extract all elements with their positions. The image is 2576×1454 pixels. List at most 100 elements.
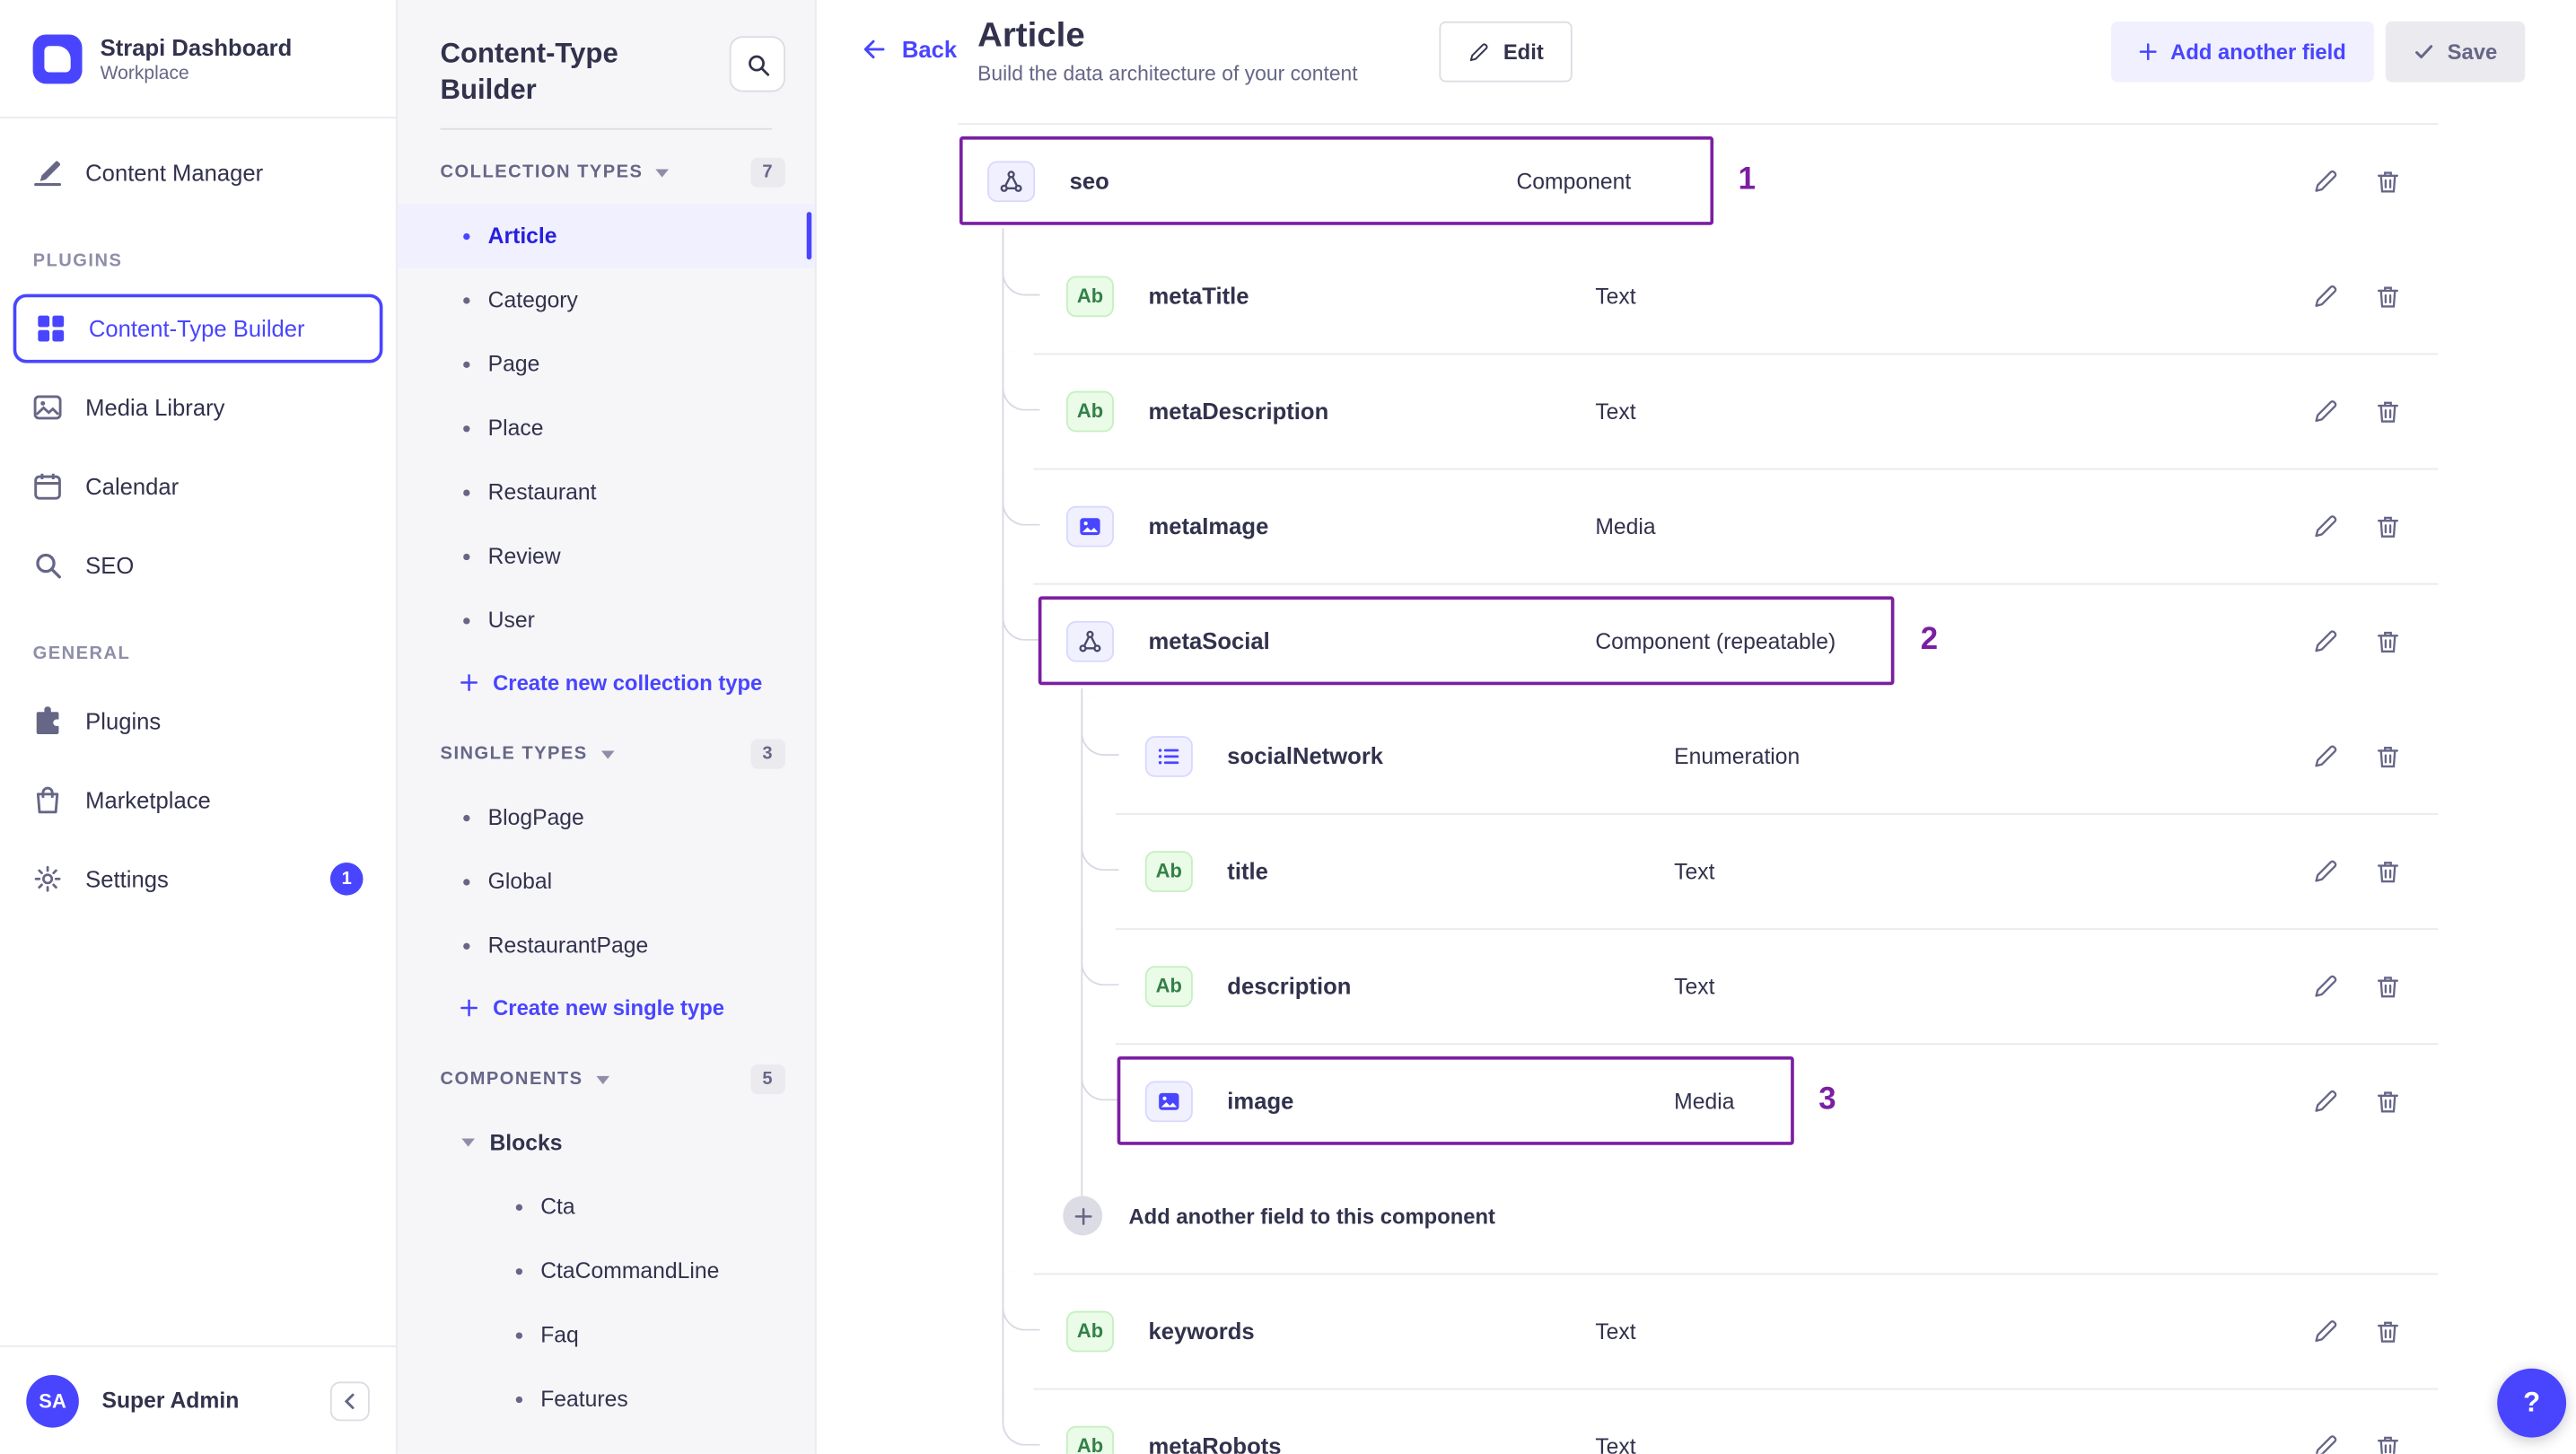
media-library-icon: [33, 392, 63, 422]
single-type-blogpage[interactable]: BlogPage: [398, 785, 815, 849]
nav-item-calendar[interactable]: Calendar: [13, 451, 383, 521]
chevron-left-icon: [338, 1389, 362, 1413]
delete-field-icon[interactable]: [2374, 1432, 2402, 1454]
add-field-to-component-label: Add another field to this component: [1128, 1203, 1495, 1229]
components-header[interactable]: COMPONENTS 5: [398, 1037, 815, 1110]
field-type: Text: [1595, 1433, 1636, 1454]
create-label: Create new single type: [493, 994, 725, 1020]
field-type: Component: [1516, 168, 1632, 194]
text-field-icon: Ab: [1065, 1309, 1115, 1352]
nav-section-plugins: PLUGINS: [32, 251, 123, 272]
avatar[interactable]: SA: [26, 1374, 79, 1427]
strapi-logo-icon: [32, 33, 83, 83]
edit-field-icon[interactable]: [2311, 512, 2339, 539]
field-name: description: [1227, 972, 1352, 999]
field-type: Enumeration: [1674, 743, 1801, 768]
field-name: image: [1227, 1087, 1294, 1115]
delete-field-icon[interactable]: [2374, 741, 2402, 769]
edit-field-icon[interactable]: [2311, 1317, 2339, 1345]
plus-circle-icon[interactable]: [1063, 1196, 1103, 1236]
component-cta[interactable]: Cta: [398, 1175, 815, 1239]
edit-field-icon[interactable]: [2311, 282, 2339, 310]
nav-item-plugins[interactable]: Plugins: [13, 687, 383, 756]
delete-field-icon[interactable]: [2374, 857, 2402, 885]
edit-field-icon[interactable]: [2311, 1087, 2339, 1115]
nav-item-content-manager[interactable]: Content Manager: [13, 138, 383, 207]
arrow-left-icon: [861, 36, 887, 62]
gear-icon: [33, 864, 63, 894]
add-field-to-component-row[interactable]: Add another field to this component: [958, 1158, 2438, 1273]
back-link[interactable]: Back: [861, 36, 957, 63]
single-type-restaurantpage[interactable]: RestaurantPage: [398, 914, 815, 977]
collection-type-page[interactable]: Page: [398, 332, 815, 396]
nav-item-settings[interactable]: Settings 1: [13, 845, 383, 914]
delete-field-icon[interactable]: [2374, 626, 2402, 654]
collapse-sidebar-button[interactable]: [329, 1380, 370, 1421]
single-types-header[interactable]: SINGLE TYPES 3: [398, 712, 815, 785]
component-features[interactable]: Features: [398, 1367, 815, 1431]
calendar-icon: [33, 471, 63, 501]
workspace-brand[interactable]: Strapi Dashboard Workplace: [0, 0, 397, 118]
delete-field-icon[interactable]: [2374, 972, 2402, 1000]
field-type: Text: [1595, 283, 1636, 309]
collection-type-article[interactable]: Article: [397, 204, 815, 268]
delete-field-icon[interactable]: [2374, 1317, 2402, 1345]
field-type: Media: [1595, 513, 1656, 539]
workspace-title: Strapi Dashboard: [100, 33, 293, 60]
edit-field-icon[interactable]: [2311, 1432, 2339, 1454]
nav-label: Content Manager: [85, 159, 264, 186]
field-row-keywords: Ab keywords Text: [958, 1274, 2438, 1388]
collection-type-category[interactable]: Category: [398, 268, 815, 332]
component-ctacommandline[interactable]: CtaCommandLine: [398, 1239, 815, 1302]
collection-type-review[interactable]: Review: [398, 524, 815, 588]
collection-type-user[interactable]: User: [398, 589, 815, 653]
components-count-badge: 5: [750, 1064, 785, 1095]
panel-title: Content-Type Builder: [440, 38, 618, 106]
collection-types-header[interactable]: COLLECTION TYPES 7: [398, 130, 815, 204]
save-button[interactable]: Save: [2385, 21, 2526, 83]
bullet-icon: [515, 1331, 523, 1339]
delete-field-icon[interactable]: [2374, 1087, 2402, 1115]
field-type: Media: [1674, 1088, 1735, 1114]
component-category-blocks[interactable]: Blocks: [398, 1111, 815, 1175]
edit-field-icon[interactable]: [2311, 857, 2339, 885]
type-label: Restaurant: [487, 479, 597, 505]
delete-field-icon[interactable]: [2374, 397, 2402, 425]
delete-field-icon[interactable]: [2374, 282, 2402, 310]
add-field-label: Add another field: [2170, 39, 2346, 65]
edit-field-icon[interactable]: [2311, 741, 2339, 769]
edit-field-icon[interactable]: [2311, 167, 2339, 195]
delete-field-icon[interactable]: [2374, 512, 2402, 539]
edit-label: Edit: [1503, 39, 1544, 65]
single-count-badge: 3: [750, 740, 785, 769]
add-another-field-button[interactable]: Add another field: [2111, 21, 2374, 83]
nav-item-content-type-builder[interactable]: Content-Type Builder: [13, 293, 383, 364]
collection-type-place[interactable]: Place: [398, 396, 815, 460]
search-button[interactable]: [729, 36, 785, 92]
edit-field-icon[interactable]: [2311, 397, 2339, 425]
nav-item-media-library[interactable]: Media Library: [13, 373, 383, 442]
delete-field-icon[interactable]: [2374, 167, 2402, 195]
field-type: Text: [1595, 398, 1636, 424]
nav-item-marketplace[interactable]: Marketplace: [13, 766, 383, 835]
field-row-metadescription: Ab metaDescription Text: [958, 354, 2438, 469]
component-faq[interactable]: Faq: [398, 1303, 815, 1367]
create-single-type-link[interactable]: Create new single type: [398, 977, 815, 1037]
edit-button[interactable]: Edit: [1439, 21, 1572, 83]
fields-table: seo Component 1 Ab metaTitle Text Ab met…: [958, 123, 2439, 1454]
single-type-global[interactable]: Global: [398, 850, 815, 914]
edit-field-icon[interactable]: [2311, 972, 2339, 1000]
nav-item-seo[interactable]: SEO: [13, 530, 383, 600]
chevron-down-icon: [596, 1075, 609, 1084]
field-row-title: Ab title Text: [958, 813, 2438, 928]
nav-label: SEO: [85, 552, 135, 579]
collection-type-restaurant[interactable]: Restaurant: [398, 460, 815, 524]
field-name: metaRobots: [1148, 1432, 1282, 1454]
media-field-icon: [1065, 504, 1115, 547]
edit-field-icon[interactable]: [2311, 626, 2339, 654]
page-subtitle: Build the data architecture of your cont…: [977, 62, 1358, 86]
help-button[interactable]: ?: [2497, 1368, 2567, 1438]
create-collection-type-link[interactable]: Create new collection type: [398, 653, 815, 712]
content-type-builder-panel: Content-Type Builder COLLECTION TYPES 7 …: [397, 0, 817, 1454]
plus-icon: [460, 673, 478, 691]
